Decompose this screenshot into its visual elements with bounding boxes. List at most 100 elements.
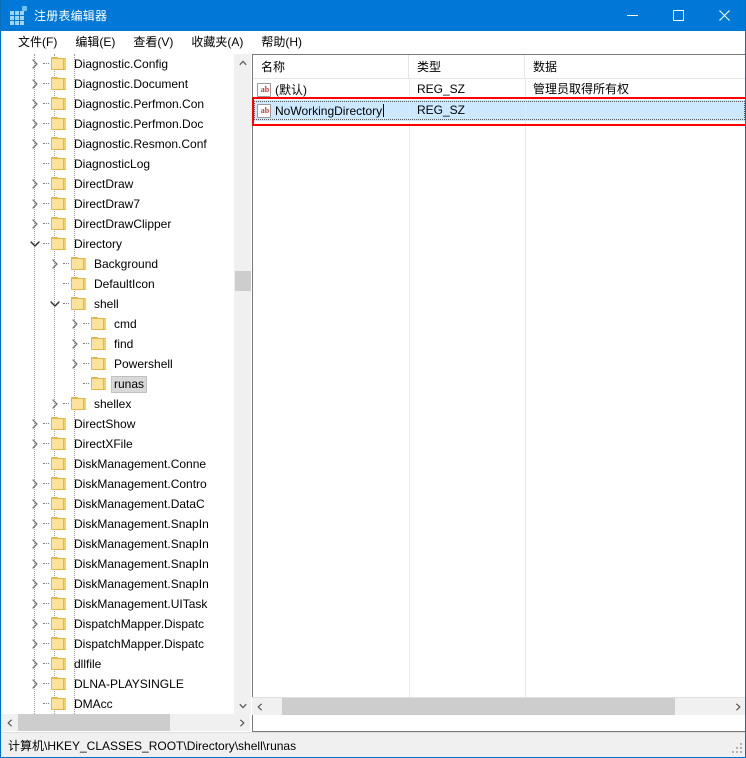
tree-item[interactable]: Diagnostic.Document [2, 74, 234, 94]
chevron-right-icon[interactable] [46, 254, 63, 274]
tree-item-selected[interactable]: runas [2, 374, 234, 394]
column-header-name[interactable]: 名称 [253, 55, 409, 78]
values-hscroll-thumb[interactable] [282, 698, 675, 715]
tree-item[interactable]: find [2, 334, 234, 354]
tree-horizontal-scrollbar[interactable] [2, 714, 250, 731]
chevron-right-icon[interactable] [26, 614, 43, 634]
tree-vertical-scrollbar[interactable] [234, 54, 251, 714]
chevron-right-icon[interactable] [26, 654, 43, 674]
chevron-right-icon[interactable] [26, 54, 43, 74]
tree-item[interactable]: DispatchMapper.Dispatc [2, 614, 234, 634]
chevron-right-icon[interactable] [26, 114, 43, 134]
chevron-right-icon[interactable] [26, 214, 43, 234]
tree-item[interactable]: DiskManagement.DataC [2, 494, 234, 514]
chevron-right-icon[interactable] [26, 414, 43, 434]
chevron-right-icon[interactable] [26, 494, 43, 514]
menu-item-favorites[interactable]: 收藏夹(A) [182, 33, 252, 53]
tree-item[interactable]: DirectDraw [2, 174, 234, 194]
chevron-right-icon[interactable] [26, 74, 43, 94]
tree-scroll-left-button[interactable] [2, 714, 18, 731]
chevron-right-icon[interactable] [26, 94, 43, 114]
value-name-cell[interactable]: ab (默认) [253, 79, 409, 100]
chevron-right-icon[interactable] [26, 594, 43, 614]
tree-scroll-track[interactable] [235, 71, 251, 697]
values-hscroll-track[interactable] [268, 698, 730, 715]
tree-item[interactable]: DirectShow [2, 414, 234, 434]
tree-hscroll-thumb[interactable] [18, 714, 170, 731]
menu-item-help[interactable]: 帮助(H) [252, 33, 311, 53]
table-row[interactable]: ab NoWorkingDirectory REG_SZ [253, 100, 745, 121]
tree-item[interactable]: DMAcc [2, 694, 234, 714]
values-horizontal-scrollbar[interactable] [252, 697, 745, 715]
tree-item[interactable]: Directory [2, 234, 234, 254]
title-bar[interactable]: 注册表编辑器 [1, 0, 745, 31]
values-list[interactable]: ab (默认) REG_SZ 管理员取得所有权 ab NoWorkingDirectory… [253, 79, 745, 121]
chevron-right-icon[interactable] [26, 554, 43, 574]
chevron-right-icon[interactable] [46, 394, 63, 414]
tree-connector [43, 614, 51, 634]
tree-item[interactable]: DiskManagement.SnapIn [2, 534, 234, 554]
table-row[interactable]: ab (默认) REG_SZ 管理员取得所有权 [253, 79, 745, 100]
tree-item[interactable]: Diagnostic.Config [2, 54, 234, 74]
tree-item[interactable]: DiskManagement.Conne [2, 454, 234, 474]
chevron-right-icon[interactable] [26, 514, 43, 534]
tree-item[interactable]: DiskManagement.UITask [2, 594, 234, 614]
maximize-button[interactable] [655, 0, 701, 31]
chevron-right-icon[interactable] [26, 574, 43, 594]
menu-item-file[interactable]: 文件(F) [9, 33, 66, 53]
chevron-right-icon[interactable] [66, 314, 83, 334]
tree-item[interactable]: DiskManagement.SnapIn [2, 514, 234, 534]
tree-connector [63, 294, 71, 314]
tree-item[interactable]: DirectDraw7 [2, 194, 234, 214]
chevron-right-icon[interactable] [26, 534, 43, 554]
close-button[interactable] [701, 0, 745, 31]
chevron-right-icon[interactable] [26, 474, 43, 494]
resize-grip[interactable] [732, 743, 744, 755]
tree-item[interactable]: shell [2, 294, 234, 314]
chevron-right-icon[interactable] [66, 354, 83, 374]
values-scroll-right-button[interactable] [730, 698, 745, 715]
tree-item[interactable]: Diagnostic.Perfmon.Doc [2, 114, 234, 134]
tree-connector [43, 214, 51, 234]
chevron-right-icon[interactable] [26, 134, 43, 154]
tree-hscroll-track[interactable] [18, 714, 234, 731]
tree-item[interactable]: cmd [2, 314, 234, 334]
tree-item[interactable]: DiagnosticLog [2, 154, 234, 174]
chevron-right-icon[interactable] [66, 334, 83, 354]
chevron-down-icon[interactable] [26, 234, 43, 254]
tree-item[interactable]: DirectXFile [2, 434, 234, 454]
chevron-right-icon[interactable] [26, 174, 43, 194]
tree-item[interactable]: Powershell [2, 354, 234, 374]
tree-item[interactable]: DefaultIcon [2, 274, 234, 294]
tree-item[interactable]: DispatchMapper.Dispatc [2, 634, 234, 654]
tree-item[interactable]: Diagnostic.Resmon.Conf [2, 134, 234, 154]
chevron-down-icon[interactable] [46, 294, 63, 314]
tree-item[interactable]: shellex [2, 394, 234, 414]
tree-item[interactable]: DiskManagement.SnapIn [2, 574, 234, 594]
tree-connector [43, 694, 51, 714]
tree-item[interactable]: DirectDrawClipper [2, 214, 234, 234]
tree-item[interactable]: DiskManagement.SnapIn [2, 554, 234, 574]
tree-item[interactable]: Background [2, 254, 234, 274]
tree-scroll-up-button[interactable] [235, 54, 251, 71]
tree-scroll-down-button[interactable] [235, 697, 251, 714]
chevron-right-icon[interactable] [26, 634, 43, 654]
chevron-right-icon[interactable] [26, 194, 43, 214]
column-header-type[interactable]: 类型 [409, 55, 525, 78]
tree-item[interactable]: DLNA-PLAYSINGLE [2, 674, 234, 694]
values-scroll-left-button[interactable] [252, 698, 268, 715]
tree-scroll-thumb[interactable] [235, 271, 251, 291]
registry-tree-viewport[interactable]: Diagnostic.Config Diagnostic.Document Diag… [2, 54, 234, 714]
menu-item-view[interactable]: 查看(V) [124, 33, 182, 53]
menu-item-edit[interactable]: 编辑(E) [66, 33, 124, 53]
tree-item[interactable]: DiskManagement.Contro [2, 474, 234, 494]
minimize-button[interactable] [609, 0, 655, 31]
tree-item[interactable]: Diagnostic.Perfmon.Con [2, 94, 234, 114]
chevron-right-icon[interactable] [26, 434, 43, 454]
value-name-cell[interactable]: ab NoWorkingDirectory [253, 100, 409, 121]
chevron-right-icon[interactable] [26, 674, 43, 694]
tree-connector [43, 114, 51, 134]
column-header-data[interactable]: 数据 [525, 55, 745, 78]
tree-item[interactable]: dllfile [2, 654, 234, 674]
tree-scroll-right-button[interactable] [234, 714, 250, 731]
